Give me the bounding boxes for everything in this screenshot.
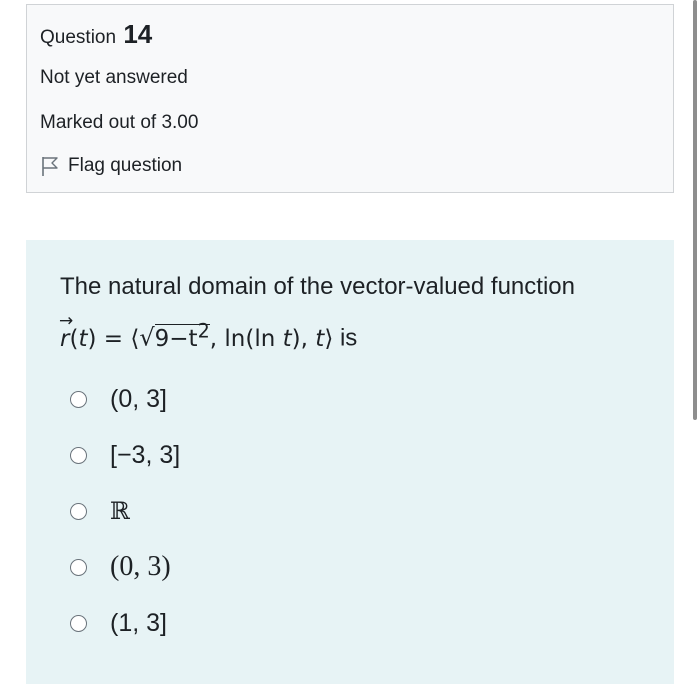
formula-second-close: ), bbox=[291, 325, 316, 352]
answer-option-c[interactable]: ℝ bbox=[70, 497, 130, 525]
formula-second-t: t bbox=[282, 325, 292, 352]
answer-option-a[interactable]: (0, 3] bbox=[70, 385, 167, 414]
answer-option-label: ℝ bbox=[110, 497, 130, 525]
radio-unchecked-icon[interactable] bbox=[70, 391, 87, 408]
question-intro: The natural domain of the vector-valued … bbox=[60, 273, 575, 300]
question-content: The natural domain of the vector-valued … bbox=[26, 240, 674, 684]
formula-radicand: 9−t2 bbox=[154, 319, 210, 352]
question-text-end: is bbox=[333, 324, 358, 352]
question-text: The natural domain of the vector-valued … bbox=[59, 265, 660, 361]
answer-option-label: (0, 3] bbox=[110, 385, 167, 413]
question-number: 14 bbox=[123, 19, 153, 49]
answer-option-label: [−3, 3] bbox=[110, 441, 181, 469]
formula-angle-open: ⟨ bbox=[130, 325, 140, 352]
sqrt-symbol: √ bbox=[139, 323, 155, 352]
question-formula: → r(t) = ⟨√9−t2, ln(ln t), t⟩ bbox=[59, 311, 334, 352]
page-scrollbar[interactable] bbox=[693, 0, 697, 420]
formula-third-t: t bbox=[315, 325, 325, 352]
question-title: Question 14 bbox=[40, 19, 152, 50]
answer-option-label: (1, 3] bbox=[110, 609, 167, 637]
question-formula-line: → r(t) = ⟨√9−t2, ln(ln t), t⟩ is bbox=[59, 309, 660, 361]
formula-equals: = bbox=[96, 325, 131, 352]
answer-option-e[interactable]: (1, 3] bbox=[70, 609, 167, 638]
radio-unchecked-icon[interactable] bbox=[70, 447, 87, 464]
radio-unchecked-icon[interactable] bbox=[70, 502, 87, 520]
vector-arrow: → bbox=[59, 310, 74, 331]
answer-option-b[interactable]: [−3, 3] bbox=[70, 441, 180, 470]
radio-unchecked-icon[interactable] bbox=[70, 558, 87, 576]
answer-option-label: (0, 3) bbox=[110, 551, 171, 582]
flag-question-label: Flag question bbox=[68, 155, 183, 176]
question-label: Question bbox=[40, 27, 117, 48]
formula-angle-close: ⟩ bbox=[324, 325, 334, 352]
question-grade: Marked out of 3.00 bbox=[40, 112, 199, 133]
radicand-text: 9−t bbox=[154, 325, 198, 352]
flag-question-link[interactable]: Flag question bbox=[40, 155, 182, 177]
radicand-exponent: 2 bbox=[197, 319, 210, 342]
flag-icon bbox=[40, 155, 60, 177]
question-info-panel: Question 14 Not yet answered Marked out … bbox=[26, 4, 674, 193]
formula-second-component: , ln(ln bbox=[209, 325, 283, 352]
radio-unchecked-icon[interactable] bbox=[70, 615, 87, 632]
answer-option-d[interactable]: (0, 3) bbox=[70, 551, 171, 583]
formula-sqrt: √9−t2 bbox=[139, 309, 210, 361]
question-state: Not yet answered bbox=[40, 67, 188, 88]
